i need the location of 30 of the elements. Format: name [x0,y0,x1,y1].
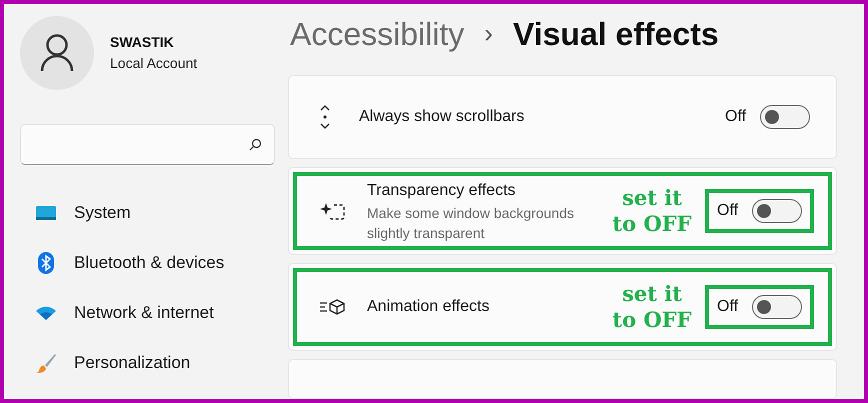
nav-item[interactable]: Bluetooth & devices [20,238,275,288]
toggle-switch[interactable] [760,105,810,129]
search-icon [249,138,262,151]
setting-title: Animation effects [367,297,490,317]
toggle-state: Off [717,201,738,221]
person-icon [40,34,74,72]
breadcrumb-parent[interactable]: Accessibility [290,10,464,58]
setting-title: Always show scrollbars [359,107,526,127]
account-name: SWASTIK [110,33,175,52]
page-title: Visual effects [512,14,719,54]
nav-item[interactable]: System [20,188,275,238]
nav-item[interactable]: Network & internet [20,288,275,338]
wifi-icon [36,306,56,320]
nav-item[interactable]: Personalization [20,338,275,388]
breadcrumb-separator: › [484,17,493,50]
toggle-switch[interactable] [752,295,802,319]
toggle-state: Off [725,107,746,127]
search-field[interactable] [20,124,275,165]
toggle-switch[interactable] [752,199,802,223]
annotation-text: set it to OFF [611,281,693,333]
monitor-icon [36,205,56,221]
scroll-arrows-icon [319,104,331,130]
account-type: Local Account [110,54,198,73]
cube-lines-icon [320,298,346,316]
setting-title: Transparency effects [367,181,517,201]
annotation-text: set it to OFF [611,185,693,237]
toggle-state: Off [717,297,738,317]
setting-description: Make some window backgrounds slightly transparent [367,204,575,243]
paintbrush-icon [36,353,56,373]
bluetooth-icon [38,252,54,274]
